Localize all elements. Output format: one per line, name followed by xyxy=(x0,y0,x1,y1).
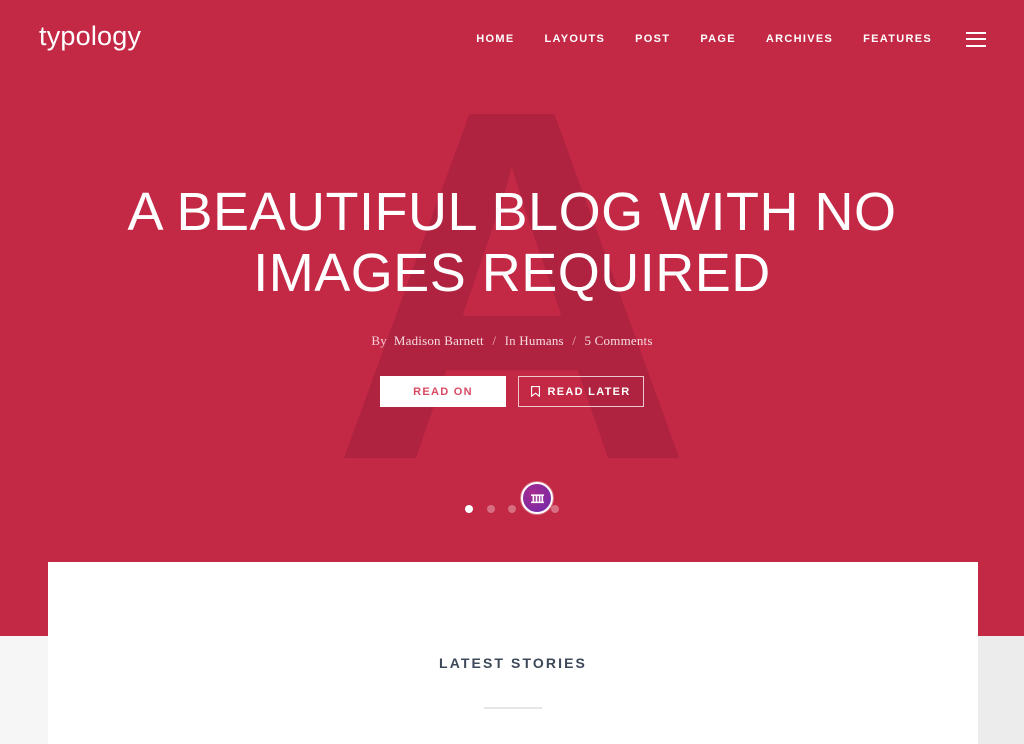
hero-buttons: READ ON READ LATER xyxy=(0,349,1024,407)
nav-item-page[interactable]: PAGE xyxy=(700,31,736,47)
nav-item-home[interactable]: HOME xyxy=(476,31,514,47)
slider-controls xyxy=(0,478,1024,528)
site-logo[interactable]: typology xyxy=(39,23,141,50)
meta-by-label: By xyxy=(371,333,387,348)
slider-dot-5[interactable] xyxy=(551,505,559,513)
bookmark-icon xyxy=(531,386,541,398)
columns-badge-icon[interactable] xyxy=(521,482,553,514)
read-on-button[interactable]: READ ON xyxy=(380,376,506,407)
meta-separator: / xyxy=(492,333,497,348)
hamburger-bar xyxy=(966,31,986,34)
slider-dot-3[interactable] xyxy=(508,505,516,513)
slider-dot-2[interactable] xyxy=(486,505,495,513)
read-later-label: READ LATER xyxy=(547,385,631,398)
hero-section: A typology HOME LAYOUTS POST PAGE ARCHIV… xyxy=(0,0,1024,636)
meta-in-label: In xyxy=(504,333,516,348)
main-nav: HOME LAYOUTS POST PAGE ARCHIVES FEATURES xyxy=(476,31,986,47)
hamburger-icon[interactable] xyxy=(966,31,986,47)
meta-separator: / xyxy=(572,333,577,348)
hero-meta: By Madison Barnett / In Humans / 5 Comme… xyxy=(0,304,1024,349)
nav-item-archives[interactable]: ARCHIVES xyxy=(766,31,833,47)
meta-author[interactable]: Madison Barnett xyxy=(394,333,484,348)
nav-item-post[interactable]: POST xyxy=(635,31,670,47)
nav-item-layouts[interactable]: LAYOUTS xyxy=(545,31,606,47)
page-root: A typology HOME LAYOUTS POST PAGE ARCHIV… xyxy=(0,0,1024,744)
latest-stories-card: LATEST STORIES xyxy=(48,562,978,744)
nav-item-features[interactable]: FEATURES xyxy=(863,31,932,47)
read-later-button[interactable]: READ LATER xyxy=(518,376,644,407)
hamburger-bar xyxy=(966,44,986,47)
slider-dot-1[interactable] xyxy=(465,505,473,513)
section-divider xyxy=(484,707,542,709)
section-title-latest-stories: LATEST STORIES xyxy=(439,655,587,671)
slider-inner xyxy=(457,478,567,528)
meta-comments[interactable]: 5 Comments xyxy=(585,333,653,348)
hamburger-bar xyxy=(966,38,986,40)
meta-category[interactable]: Humans xyxy=(519,333,564,348)
top-navigation-bar: typology HOME LAYOUTS POST PAGE ARCHIVES… xyxy=(0,0,1024,78)
